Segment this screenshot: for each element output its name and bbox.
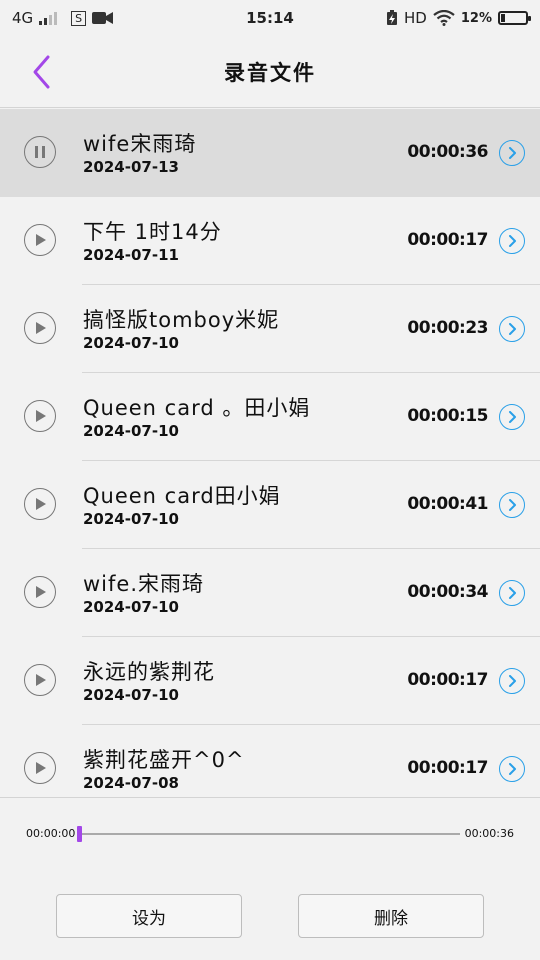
play-icon: [36, 762, 46, 774]
recording-name: 下午 1时14分: [83, 220, 222, 244]
page-title: 录音文件: [224, 60, 316, 85]
status-left: 4G S: [12, 9, 114, 27]
chevron-right-icon: [509, 411, 516, 423]
progress-thumb[interactable]: [77, 826, 82, 842]
play-button[interactable]: [24, 400, 56, 432]
recording-date: 2024-07-10: [83, 334, 179, 352]
recording-name: 紫荆花盛开^0^: [83, 748, 245, 772]
play-icon: [36, 498, 46, 510]
recording-row[interactable]: Queen card田小娟 2024-07-10 00:00:41: [0, 461, 540, 549]
recording-row[interactable]: 永远的紫荆花 2024-07-10 00:00:17: [0, 637, 540, 725]
recording-name: 搞怪版tomboy米妮: [83, 308, 280, 332]
recording-name: wife宋雨琦: [83, 132, 197, 156]
recording-name: 永远的紫荆花: [83, 660, 215, 684]
divider: [0, 797, 540, 798]
recording-name: Queen card田小娟: [83, 484, 281, 508]
play-button[interactable]: [24, 576, 56, 608]
video-camera-icon: [92, 12, 114, 24]
details-button[interactable]: [499, 668, 525, 694]
recording-date: 2024-07-10: [83, 510, 179, 528]
battery-saver-icon: [387, 10, 398, 25]
chevron-right-icon: [509, 675, 516, 687]
recording-date: 2024-07-08: [83, 774, 179, 792]
play-button[interactable]: [24, 488, 56, 520]
chevron-right-icon: [509, 763, 516, 775]
header: 录音文件: [0, 36, 540, 108]
recording-date: 2024-07-10: [83, 598, 179, 616]
delete-button[interactable]: 删除: [298, 894, 484, 938]
status-right: HD 12%: [386, 9, 531, 27]
recording-name: Queen card 。田小娟: [83, 396, 311, 420]
details-button[interactable]: [499, 492, 525, 518]
recording-duration: 00:00:17: [407, 230, 488, 250]
recording-list[interactable]: wife宋雨琦 2024-07-13 00:00:36 下午 1时14分 2024-07…: [0, 109, 540, 797]
recording-duration: 00:00:15: [407, 406, 488, 426]
recording-row[interactable]: 搞怪版tomboy米妮 2024-07-10 00:00:23: [0, 285, 540, 373]
total-time: 00:00:36: [464, 827, 514, 840]
recording-duration: 00:00:34: [407, 582, 488, 602]
recording-row[interactable]: 下午 1时14分 2024-07-11 00:00:17: [0, 197, 540, 285]
battery-icon: [498, 11, 531, 25]
details-button[interactable]: [499, 756, 525, 782]
chevron-right-icon: [509, 235, 516, 247]
set-as-button[interactable]: 设为: [56, 894, 242, 938]
details-button[interactable]: [499, 404, 525, 430]
details-button[interactable]: [499, 580, 525, 606]
play-icon: [36, 410, 46, 422]
recording-date: 2024-07-13: [83, 158, 179, 176]
play-icon: [36, 234, 46, 246]
recording-row[interactable]: 紫荆花盛开^0^ 2024-07-08 00:00:17: [0, 725, 540, 797]
recording-duration: 00:00:41: [407, 494, 488, 514]
recording-name: wife.宋雨琦: [83, 572, 204, 596]
recording-duration: 00:00:36: [407, 142, 488, 162]
details-button[interactable]: [499, 228, 525, 254]
details-button[interactable]: [499, 140, 525, 166]
play-icon: [36, 322, 46, 334]
play-button[interactable]: [24, 224, 56, 256]
recording-date: 2024-07-10: [83, 422, 179, 440]
wifi-icon: [433, 10, 455, 26]
network-type: 4G: [12, 9, 34, 27]
chevron-right-icon: [509, 499, 516, 511]
pause-button[interactable]: [24, 136, 56, 168]
hd-label: HD: [404, 9, 427, 27]
progress-track[interactable]: [78, 833, 460, 835]
current-time: 00:00:00: [26, 827, 76, 840]
chevron-right-icon: [509, 587, 516, 599]
playback-progress: 00:00:00 00:00:36: [0, 818, 540, 850]
back-button[interactable]: [28, 54, 58, 90]
recording-date: 2024-07-11: [83, 246, 179, 264]
recording-date: 2024-07-10: [83, 686, 179, 704]
status-bar: 4G S 15:14 HD 12%: [0, 0, 540, 36]
recording-duration: 00:00:23: [407, 318, 488, 338]
play-button[interactable]: [24, 752, 56, 784]
play-icon: [36, 586, 46, 598]
signal-icon: [39, 11, 58, 25]
chevron-left-icon: [33, 55, 50, 89]
recording-row[interactable]: wife宋雨琦 2024-07-13 00:00:36: [0, 109, 540, 197]
play-icon: [36, 674, 46, 686]
recording-row[interactable]: wife.宋雨琦 2024-07-10 00:00:34: [0, 549, 540, 637]
chevron-right-icon: [509, 147, 516, 159]
recording-duration: 00:00:17: [407, 670, 488, 690]
play-button[interactable]: [24, 664, 56, 696]
details-button[interactable]: [499, 316, 525, 342]
chevron-right-icon: [509, 323, 516, 335]
sim-icon: S: [71, 10, 87, 26]
recording-row[interactable]: Queen card 。田小娟 2024-07-10 00:00:15: [0, 373, 540, 461]
battery-percent: 12%: [460, 10, 492, 26]
play-button[interactable]: [24, 312, 56, 344]
pause-icon: [35, 146, 45, 158]
recording-duration: 00:00:17: [407, 758, 488, 778]
